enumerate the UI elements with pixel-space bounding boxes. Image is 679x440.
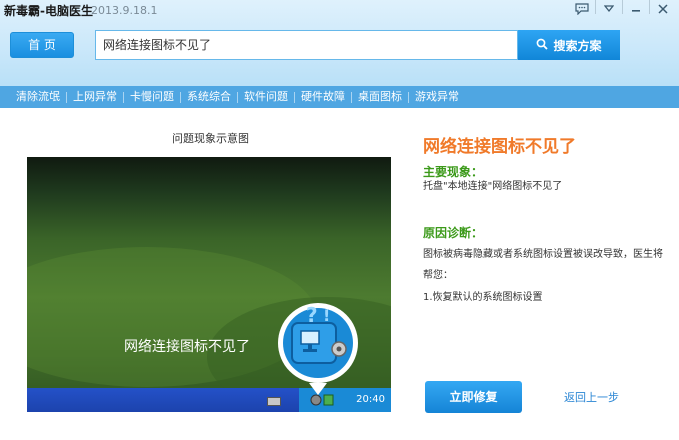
repair-now-button[interactable]: 立即修复 [425, 381, 522, 413]
app-version: 2013.9.18.1 [91, 4, 158, 17]
back-link[interactable]: 返回上一步 [564, 389, 619, 405]
diagnosis-line-3: 1.恢复默认的系统图标设置 [423, 292, 543, 303]
diagnosis-line-1: 图标被病毒隐藏或者系统图标设置被误改导致，医生将 [423, 249, 663, 260]
nav-item-desktop-icons[interactable]: 桌面图标 [352, 86, 408, 108]
nav-item-software[interactable]: 软件问题 [238, 86, 294, 108]
category-nav: 清除流氓 上网异常 卡慢问题 系统综合 软件问题 硬件故障 桌面图标 游戏异常 [0, 86, 679, 108]
nav-item-hardware[interactable]: 硬件故障 [295, 86, 351, 108]
search-button[interactable]: 搜索方案 [518, 30, 620, 60]
diagnosis-label: 原因诊断： [423, 226, 484, 240]
illustration-overlay-text: 网络连接图标不见了 [124, 339, 250, 355]
close-icon[interactable] [651, 0, 675, 18]
illustration-caption: 问题现象示意图 [172, 132, 249, 145]
svg-text:?: ? [306, 303, 318, 327]
header-area: 新毒霸-电脑医生 2013.9.18.1 首 页 网络连接图标不见了 搜索方案 [0, 0, 679, 86]
diagnosis-line-2: 帮您： [423, 270, 453, 281]
menu-dropdown-icon[interactable] [597, 0, 621, 18]
keyboard-icon [267, 397, 281, 406]
symptom-text: 托盘"本地连接"网络图标不见了 [423, 181, 563, 192]
search-button-label: 搜索方案 [553, 38, 602, 53]
title-bar: 新毒霸-电脑医生 2013.9.18.1 [0, 0, 679, 22]
search-input[interactable]: 网络连接图标不见了 [95, 30, 518, 60]
search-icon [536, 38, 549, 53]
svg-text:!: ! [323, 306, 330, 325]
minimize-icon[interactable] [624, 0, 648, 18]
home-button[interactable]: 首 页 [10, 32, 74, 58]
magnifier-callout: ? ! [278, 303, 358, 395]
nav-item-cleanup[interactable]: 清除流氓 [10, 86, 66, 108]
problem-illustration: 20:40 ? ! 网络连接图标不见了 [27, 157, 391, 412]
nav-item-system[interactable]: 系统综合 [181, 86, 237, 108]
app-title: 新毒霸-电脑医生 [4, 4, 93, 18]
nav-item-internet[interactable]: 上网异常 [67, 86, 123, 108]
issue-title: 网络连接图标不见了 [423, 137, 576, 157]
nav-item-slowness[interactable]: 卡慢问题 [124, 86, 180, 108]
nav-item-games[interactable]: 游戏异常 [409, 86, 465, 108]
feedback-icon[interactable] [570, 0, 594, 18]
